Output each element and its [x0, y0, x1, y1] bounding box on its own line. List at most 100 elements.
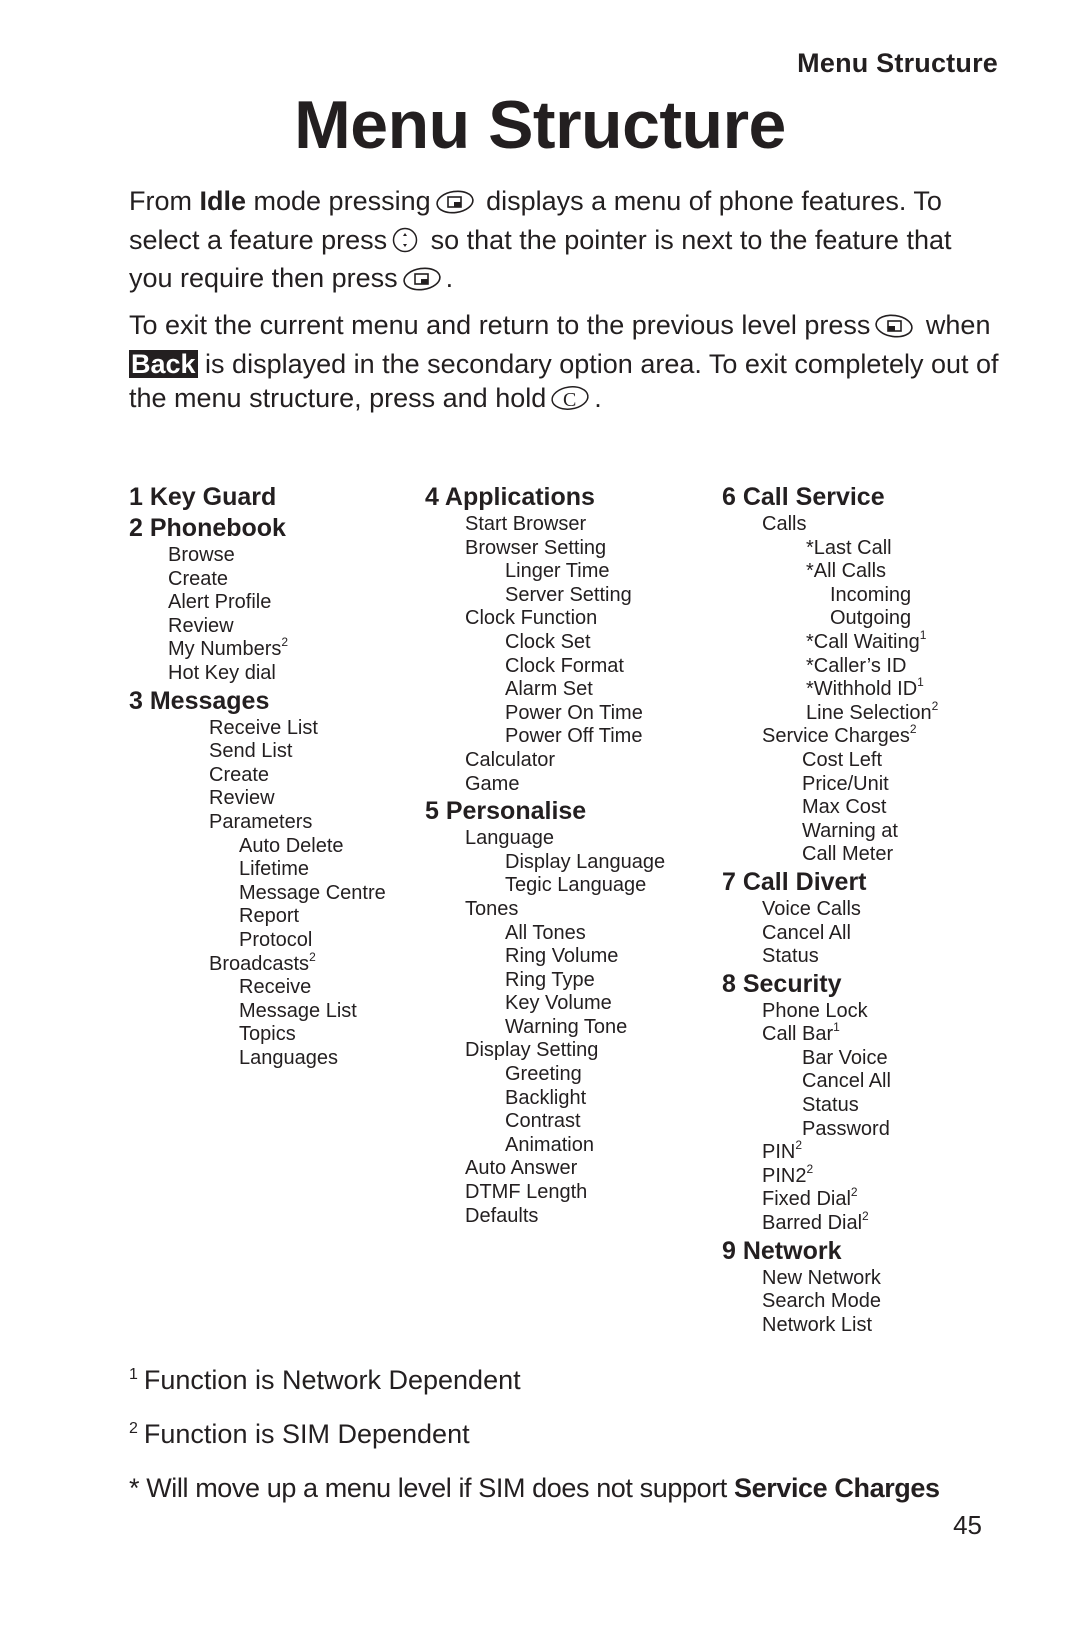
menu-item-label: PIN — [762, 1141, 796, 1164]
submenu-item: Outgoing — [830, 607, 912, 630]
menu-item: Phone Lock — [762, 999, 868, 1022]
menu-item: Start Browser — [465, 513, 587, 535]
menu-item: Parameters — [209, 810, 313, 833]
menu-item-label: *Call Waiting — [806, 630, 920, 653]
submenu-item: Warning Tone — [505, 1015, 628, 1038]
submenu-item: Price/Unit — [802, 772, 889, 795]
submenu-item: Languages — [239, 1046, 338, 1069]
menu-item: Language — [465, 827, 554, 850]
menu-column-3: 6 Call Service Calls *Last Call *All Cal… — [722, 482, 938, 1337]
menu-item: My Numbers2 — [129, 635, 386, 662]
intro-paragraph-navigation: From Idle mode pressing displays a menu … — [129, 184, 999, 300]
menu-item-label: *Withhold ID — [806, 678, 918, 701]
menu-heading-call-divert: 7 Call Divert — [722, 867, 867, 896]
intro-text: . — [594, 383, 602, 413]
menu-item: Broadcasts2 — [129, 949, 386, 977]
menu-item: Service Charges2 — [722, 722, 938, 749]
submenu-item: Clock Format — [505, 654, 624, 677]
submenu-item: Backlight — [505, 1086, 587, 1109]
submenu-item: Bar Voice — [802, 1046, 888, 1069]
footnote-ref: 2 — [806, 1161, 814, 1176]
menu-item: Create — [209, 763, 270, 786]
menu-heading-security: 8 Security — [722, 969, 842, 998]
submenu-item: Cancel All — [802, 1070, 891, 1093]
menu-item: DTMF Length — [465, 1181, 588, 1204]
back-softkey-label: Back — [129, 348, 198, 379]
submenu-item: Incoming — [830, 583, 912, 606]
menu-item: Calculator — [465, 748, 556, 771]
menu-item: Barred Dial2 — [722, 1209, 938, 1236]
menu-heading-personalise: 5 Personalise — [425, 797, 587, 826]
footnote-text: * Will move up a menu level if SIM does … — [129, 1473, 734, 1503]
menu-item: PIN22 — [722, 1161, 938, 1189]
menu-heading-applications: 4 Applications — [425, 483, 595, 511]
menu-item-label: Call Bar — [762, 1023, 834, 1046]
menu-item: Display Setting — [465, 1039, 599, 1062]
navigation-key-icon — [391, 227, 419, 262]
menu-item: Alert Profile — [168, 591, 272, 614]
menu-item: Browse — [168, 544, 235, 566]
submenu-item: Call Meter — [802, 843, 894, 866]
submenu-item: Contrast — [505, 1110, 581, 1133]
menu-item: Receive List — [209, 716, 318, 739]
menu-column-1: 1 Key Guard 2 Phonebook Browse Create Al… — [129, 482, 386, 1070]
submenu-item: Lifetime — [239, 858, 310, 881]
menu-item: Tones — [465, 897, 519, 920]
submenu-item: Message List — [239, 999, 357, 1022]
footnote-network-dependent: 1 Function is Network Dependent — [129, 1364, 521, 1396]
submenu-item: Ring Type — [505, 968, 595, 991]
footnote-text: Function is SIM Dependent — [143, 1419, 470, 1449]
intro-text: . — [445, 263, 454, 293]
menu-item: Review — [168, 614, 234, 637]
footnote-ref: 2 — [909, 722, 917, 737]
submenu-item: Power Off Time — [505, 725, 643, 748]
submenu-item: Display Language — [505, 850, 666, 873]
footnote-text: Function is Network Dependent — [143, 1365, 521, 1395]
menu-item: Status — [762, 945, 819, 968]
footnote-service-charges: * Will move up a menu level if SIM does … — [129, 1472, 940, 1504]
footnote-ref: 2 — [862, 1209, 869, 1224]
menu-item: Call Bar1 — [722, 1021, 938, 1047]
menu-item-label: PIN2 — [762, 1164, 807, 1187]
submenu-item: Animation — [505, 1133, 594, 1156]
footnote-ref: 1 — [917, 675, 924, 690]
menu-item: New Network — [762, 1266, 881, 1289]
footnote-bold-term: Service Charges — [734, 1473, 940, 1503]
running-header: Menu Structure — [797, 48, 998, 78]
intro-text: To exit the current menu and return to t… — [129, 310, 871, 340]
page-number: 45 — [953, 1510, 982, 1540]
menu-item-label: My Numbers — [168, 638, 282, 661]
submenu-item: Status — [802, 1094, 859, 1117]
submenu-item: Max Cost — [802, 796, 887, 819]
clear-key-icon: C — [550, 385, 590, 420]
submenu-item: *Caller’s ID — [806, 654, 907, 677]
submenu-item: Tegic Language — [505, 874, 647, 897]
right-softkey-icon — [874, 312, 914, 347]
submenu-item: Message Centre — [239, 881, 386, 904]
idle-mode-term: Idle — [199, 186, 247, 216]
svg-text:C: C — [563, 389, 576, 411]
submenu-item: Cost Left — [802, 748, 883, 771]
footnote-ref: 2 — [309, 949, 316, 964]
footnote-mark: 2 — [129, 1420, 138, 1437]
footnote-sim-dependent: 2 Function is SIM Dependent — [129, 1418, 470, 1450]
submenu-item: Auto Delete — [239, 834, 344, 857]
submenu-item: Warning at — [802, 819, 898, 842]
menu-item: PIN2 — [722, 1139, 938, 1165]
submenu-item: *Call Waiting1 — [722, 629, 938, 655]
submenu-item: Topics — [239, 1023, 296, 1046]
submenu-item: Server Setting — [505, 583, 632, 606]
submenu-item: Ring Volume — [505, 945, 619, 968]
footnote-mark: 1 — [129, 1366, 138, 1383]
menu-item: Voice Calls — [762, 897, 861, 920]
menu-heading-call-service: 6 Call Service — [722, 483, 885, 511]
submenu-item: Linger Time — [505, 560, 610, 583]
menu-heading-phonebook: 2 Phonebook — [129, 514, 286, 542]
footnote-ref: 2 — [281, 635, 289, 650]
submenu-item: *Last Call — [806, 536, 892, 559]
menu-column-2: 4 Applications Start Browser Browser Set… — [425, 482, 665, 1228]
menu-item: Defaults — [465, 1204, 539, 1227]
left-softkey-icon — [435, 188, 475, 223]
submenu-item: Line Selection2 — [722, 700, 938, 726]
menu-item: Network List — [762, 1313, 873, 1336]
